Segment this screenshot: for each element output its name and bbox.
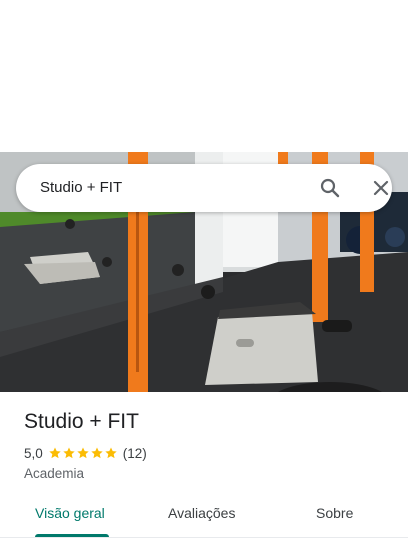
place-title: Studio + FIT xyxy=(24,410,139,433)
star-icon xyxy=(49,447,61,459)
star-rating xyxy=(48,446,118,460)
search-bar[interactable]: Studio + FIT xyxy=(16,164,392,212)
search-icon[interactable] xyxy=(318,176,342,200)
tab-reviews[interactable]: Avaliações xyxy=(168,505,235,521)
place-category: Academia xyxy=(24,466,85,481)
star-icon xyxy=(63,447,75,459)
star-icon xyxy=(91,447,103,459)
map-area-blank xyxy=(0,0,408,152)
close-icon[interactable] xyxy=(369,176,393,200)
rating-value: 5,0 xyxy=(24,445,43,461)
star-icon xyxy=(77,447,89,459)
tab-about[interactable]: Sobre xyxy=(316,505,353,521)
tabs-divider xyxy=(0,537,408,538)
star-icon xyxy=(105,447,117,459)
search-input[interactable]: Studio + FIT xyxy=(40,179,122,196)
place-tabs: Visão geral Avaliações Sobre xyxy=(0,492,408,544)
review-count[interactable]: (12) xyxy=(123,446,147,461)
rating-row[interactable]: 5,0 (12) xyxy=(24,445,147,461)
tab-overview[interactable]: Visão geral xyxy=(35,505,105,521)
